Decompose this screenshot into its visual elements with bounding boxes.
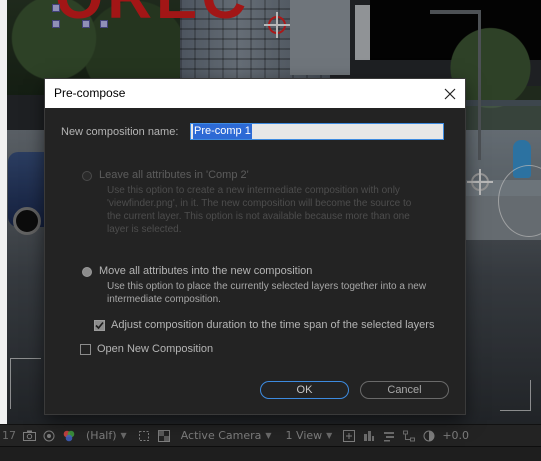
view-layout-value: 1 View bbox=[285, 429, 323, 442]
dialog-title: Pre-compose bbox=[54, 86, 126, 100]
transparency-grid-icon[interactable] bbox=[157, 429, 171, 442]
leave-attributes-label: Leave all attributes in 'Comp 2' bbox=[99, 169, 249, 181]
panel-edge bbox=[0, 0, 7, 424]
open-new-composition-label[interactable]: Open New Composition bbox=[97, 343, 213, 355]
checkmark-icon bbox=[95, 321, 104, 329]
composition-name-label: New composition name: bbox=[61, 126, 179, 138]
composition-name-value: Pre-comp 1 bbox=[193, 124, 252, 139]
viewer-toolbar: 17 (Half) ▼ Active Camera ▼ 1 View ▼ +0.… bbox=[0, 424, 541, 446]
adjust-duration-checkbox[interactable] bbox=[94, 319, 105, 331]
chevron-down-icon: ▼ bbox=[265, 431, 272, 440]
camera-value: Active Camera bbox=[180, 429, 262, 442]
reset-exposure-icon[interactable] bbox=[422, 430, 436, 442]
chevron-down-icon: ▼ bbox=[326, 431, 333, 440]
frame-readout: 17 bbox=[2, 429, 16, 442]
chevron-down-icon: ▼ bbox=[120, 431, 127, 440]
snapshot-icon[interactable] bbox=[22, 430, 36, 442]
flowchart-icon[interactable] bbox=[402, 430, 416, 442]
view-layout-dropdown[interactable]: 1 View ▼ bbox=[282, 429, 337, 442]
leave-attributes-radio bbox=[82, 171, 92, 181]
move-attributes-description: Use this option to place the currently s… bbox=[107, 281, 427, 305]
exposure-value[interactable]: +0.0 bbox=[442, 429, 469, 442]
timeline-strip bbox=[0, 446, 541, 461]
dialog-titlebar[interactable]: Pre-compose bbox=[45, 79, 465, 108]
show-snapshot-icon[interactable] bbox=[42, 430, 56, 442]
close-button[interactable] bbox=[435, 79, 465, 108]
fast-previews-icon[interactable] bbox=[362, 430, 376, 442]
toggle-pixel-aspect-icon[interactable] bbox=[342, 429, 356, 442]
camera-dropdown[interactable]: Active Camera ▼ bbox=[177, 429, 276, 442]
adjust-duration-label[interactable]: Adjust composition duration to the time … bbox=[111, 319, 434, 331]
open-new-composition-checkbox[interactable] bbox=[80, 343, 91, 355]
leave-attributes-description: Use this option to create a new intermed… bbox=[107, 185, 412, 235]
pre-compose-dialog: Pre-compose New composition name: Pre-co… bbox=[45, 79, 465, 414]
resolution-dropdown[interactable]: (Half) ▼ bbox=[82, 429, 131, 442]
move-attributes-radio[interactable] bbox=[82, 267, 92, 277]
ok-button[interactable]: OK bbox=[260, 381, 349, 399]
move-attributes-option[interactable]: Move all attributes into the new composi… bbox=[82, 265, 312, 278]
timeline-icon[interactable] bbox=[382, 430, 396, 442]
resolution-value: (Half) bbox=[86, 429, 117, 442]
region-of-interest-icon[interactable] bbox=[137, 430, 151, 442]
close-icon bbox=[444, 88, 456, 99]
adjust-duration-option[interactable]: Adjust composition duration to the time … bbox=[94, 319, 434, 331]
cancel-button[interactable]: Cancel bbox=[360, 381, 449, 399]
color-channels-icon[interactable] bbox=[62, 430, 76, 442]
open-new-composition-option[interactable]: Open New Composition bbox=[80, 343, 213, 355]
leave-attributes-option: Leave all attributes in 'Comp 2' bbox=[82, 169, 249, 182]
composition-name-input[interactable]: Pre-comp 1 bbox=[190, 123, 444, 140]
move-attributes-label[interactable]: Move all attributes into the new composi… bbox=[99, 265, 312, 278]
